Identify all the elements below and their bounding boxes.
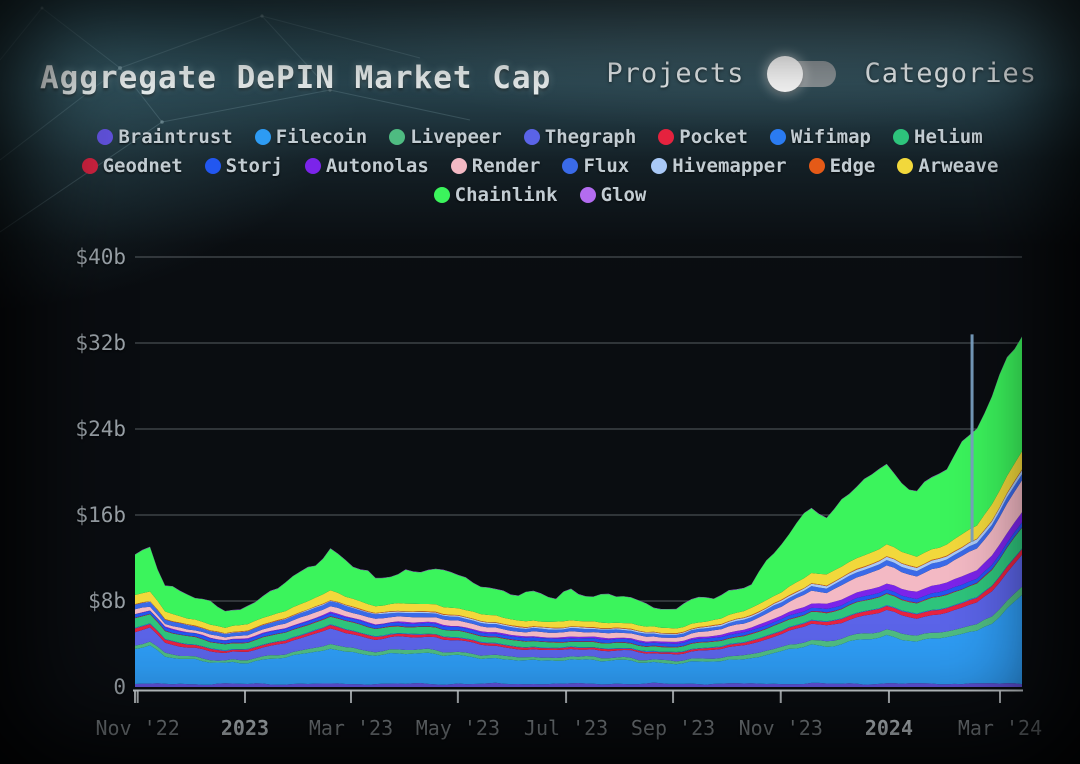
legend-label: Pocket — [679, 126, 748, 148]
legend-item-arweave[interactable]: Arweave — [897, 155, 998, 177]
x-axis-label-mar-24: Mar '24 — [930, 716, 1070, 740]
flux-color-dot-icon — [562, 158, 578, 174]
projects-toggle-label[interactable]: Projects — [606, 58, 744, 89]
wifimap-color-dot-icon — [770, 129, 786, 145]
legend-item-braintrust[interactable]: Braintrust — [97, 126, 232, 148]
legend-label: Filecoin — [276, 126, 368, 148]
chainlink-color-dot-icon — [434, 187, 450, 203]
filecoin-color-dot-icon — [255, 129, 271, 145]
legend-item-livepeer[interactable]: Livepeer — [389, 126, 502, 148]
legend-item-wifimap[interactable]: Wifimap — [770, 126, 871, 148]
legend-label: Hivemapper — [672, 155, 786, 177]
legend-label: Wifimap — [791, 126, 871, 148]
storj-color-dot-icon — [205, 158, 221, 174]
geodnet-color-dot-icon — [82, 158, 98, 174]
braintrust-color-dot-icon — [97, 129, 113, 145]
legend-item-geodnet[interactable]: Geodnet — [82, 155, 183, 177]
legend-label: Autonolas — [326, 155, 429, 177]
legend-item-storj[interactable]: Storj — [205, 155, 283, 177]
y-axis-label-32b: $32b — [6, 331, 126, 355]
legend-label: Storj — [226, 155, 283, 177]
legend-item-helium[interactable]: Helium — [893, 126, 983, 148]
pocket-color-dot-icon — [658, 129, 674, 145]
legend-label: Flux — [583, 155, 629, 177]
legend-label: Glow — [601, 184, 647, 206]
legend-label: Thegraph — [545, 126, 637, 148]
legend-item-pocket[interactable]: Pocket — [658, 126, 748, 148]
legend-item-hivemapper[interactable]: Hivemapper — [651, 155, 786, 177]
legend-label: Helium — [914, 126, 983, 148]
hivemapper-color-dot-icon — [651, 158, 667, 174]
glow-color-dot-icon — [580, 187, 596, 203]
legend-label: Braintrust — [118, 126, 232, 148]
legend-label: Render — [472, 155, 541, 177]
toggle-knob[interactable] — [767, 56, 803, 92]
legend-item-filecoin[interactable]: Filecoin — [255, 126, 368, 148]
legend-row: Chainlink Glow — [434, 184, 647, 206]
chart-legend: Braintrust Filecoin Livepeer Thegraph Pocket… — [0, 126, 1080, 206]
legend-row: Geodnet Storj Autonolas Render Flux Hivemappe… — [82, 155, 999, 177]
legend-item-glow[interactable]: Glow — [580, 184, 647, 206]
legend-item-autonolas[interactable]: Autonolas — [305, 155, 429, 177]
livepeer-color-dot-icon — [389, 129, 405, 145]
thegraph-color-dot-icon — [524, 129, 540, 145]
chart-area: $40b$32b$24b$16b$8b0Nov '222023Mar '23Ma… — [0, 0, 1080, 764]
y-axis-label-40b: $40b — [6, 245, 126, 269]
legend-item-flux[interactable]: Flux — [562, 155, 629, 177]
render-color-dot-icon — [451, 158, 467, 174]
depin-market-cap-dashboard: Aggregate DePIN Market Cap Projects Cate… — [0, 0, 1080, 764]
legend-label: Livepeer — [410, 126, 502, 148]
helium-color-dot-icon — [893, 129, 909, 145]
legend-item-render[interactable]: Render — [451, 155, 541, 177]
edge-color-dot-icon — [809, 158, 825, 174]
legend-label: Edge — [830, 155, 876, 177]
legend-item-chainlink[interactable]: Chainlink — [434, 184, 558, 206]
categories-toggle-label[interactable]: Categories — [864, 58, 1037, 89]
page-title: Aggregate DePIN Market Cap — [40, 60, 551, 96]
legend-item-thegraph[interactable]: Thegraph — [524, 126, 637, 148]
view-mode-toggle-group: Projects Categories — [606, 58, 1037, 89]
autonolas-color-dot-icon — [305, 158, 321, 174]
legend-label: Arweave — [918, 155, 998, 177]
legend-row: Braintrust Filecoin Livepeer Thegraph Pocket… — [97, 126, 982, 148]
y-axis-label-0: 0 — [6, 675, 126, 699]
y-axis-label-24b: $24b — [6, 417, 126, 441]
legend-label: Chainlink — [455, 184, 558, 206]
legend-item-edge[interactable]: Edge — [809, 155, 876, 177]
projects-categories-toggle[interactable] — [772, 61, 836, 87]
arweave-color-dot-icon — [897, 158, 913, 174]
legend-label: Geodnet — [103, 155, 183, 177]
y-axis-label-8b: $8b — [6, 589, 126, 613]
market-cap-stacked-area-chart[interactable] — [0, 0, 1080, 764]
y-axis-label-16b: $16b — [6, 503, 126, 527]
